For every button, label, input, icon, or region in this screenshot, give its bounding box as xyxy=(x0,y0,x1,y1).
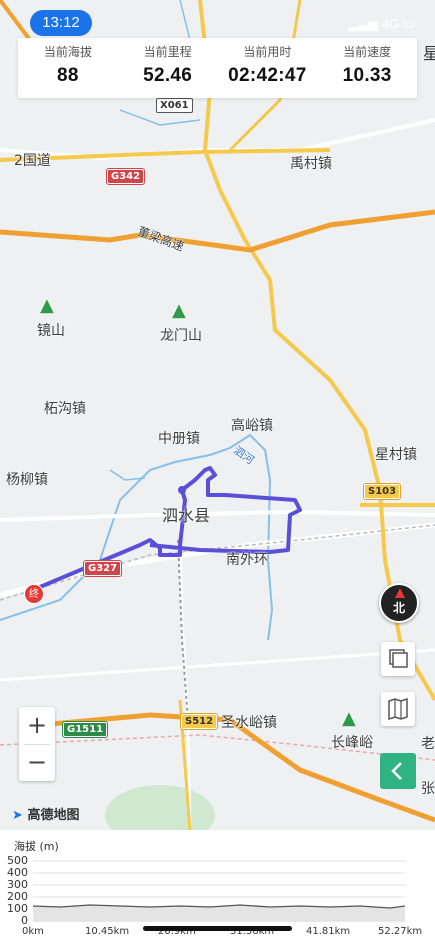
route-line xyxy=(27,466,302,594)
status-indicators: ▂▃▅ 4G ▭ xyxy=(348,16,415,32)
stat-value: 02:42:47 xyxy=(228,65,307,86)
zoom-control: + − xyxy=(19,707,55,781)
x-tick: 52.27km xyxy=(378,926,423,937)
x-tick: 41.81km xyxy=(306,926,351,937)
mountain-icon: ▲ xyxy=(172,300,186,321)
folded-map-icon xyxy=(388,697,408,721)
place-label: 圣水峪镇 xyxy=(221,715,277,731)
home-indicator[interactable] xyxy=(143,926,292,931)
compass-button[interactable]: 北 xyxy=(379,583,419,623)
stat-label: 当前用时 xyxy=(243,45,292,59)
zoom-out-button[interactable]: − xyxy=(19,744,55,781)
x-tick: 0km xyxy=(22,926,44,937)
mountain-icon: ▲ xyxy=(342,708,356,729)
layers-icon xyxy=(389,649,408,668)
place-label: 杨柳镇 xyxy=(6,472,48,488)
elevation-area xyxy=(33,905,405,921)
stat-speed: 当前速度 10.33 xyxy=(317,38,417,98)
place-label: 泗水县 xyxy=(162,506,211,525)
stat-value: 10.33 xyxy=(342,65,392,86)
ride-stats-panel: 当前海拔 88 当前里程 52.46 当前用时 02:42:47 当前速度 10… xyxy=(18,38,417,98)
signal-icon: ▂▃▅ xyxy=(348,16,379,31)
layers-button[interactable] xyxy=(381,642,415,676)
x-tick: 10.45km xyxy=(85,926,130,937)
stat-overflow-char: 星 xyxy=(422,44,435,63)
road-shield: X061 xyxy=(156,98,193,113)
compass-needle-icon xyxy=(395,588,405,598)
stat-label: 当前速度 xyxy=(343,45,392,59)
zoom-in-button[interactable]: + xyxy=(19,707,55,744)
road-shield: G342 xyxy=(105,168,146,185)
amap-logo: ➤ 高德地图 xyxy=(12,804,79,823)
place-label: 长峰峪 xyxy=(331,735,373,751)
place-label: 2国道 xyxy=(14,153,51,169)
road-shield: G327 xyxy=(82,560,123,577)
mountain-icon: ▲ xyxy=(40,295,54,316)
place-label: 龙门山 xyxy=(160,328,202,344)
stat-value: 52.46 xyxy=(143,65,193,86)
place-label: 星村镇 xyxy=(375,447,417,463)
stat-label: 当前海拔 xyxy=(43,45,92,59)
place-label: 柘沟镇 xyxy=(44,401,86,417)
stat-duration: 当前用时 02:42:47 xyxy=(218,38,318,98)
place-label: 张 xyxy=(421,781,435,797)
road-shield: G1511 xyxy=(61,721,109,738)
stat-value: 88 xyxy=(57,65,79,86)
amap-logo-icon: ➤ xyxy=(12,808,23,823)
map-mode-button[interactable] xyxy=(381,692,415,726)
park-area xyxy=(105,785,215,830)
network-label: 4G xyxy=(381,16,400,31)
stat-distance: 当前里程 52.46 xyxy=(118,38,218,98)
place-label: 南外环 xyxy=(226,552,268,568)
stat-altitude: 当前海拔 88 xyxy=(18,38,118,98)
compass-label: 北 xyxy=(392,601,405,615)
status-time: 13:12 xyxy=(30,10,92,36)
battery-icon: ▭ xyxy=(402,16,415,31)
amap-logo-text: 高德地图 xyxy=(27,808,80,823)
place-label: 中册镇 xyxy=(158,431,200,447)
river-line xyxy=(0,433,274,641)
route-end-marker[interactable]: 终 xyxy=(24,584,44,604)
stat-label: 当前里程 xyxy=(143,45,192,59)
road-shield: S103 xyxy=(362,483,402,500)
place-label: 老 xyxy=(421,736,435,752)
place-label: 高峪镇 xyxy=(231,418,273,434)
map-view[interactable]: 2国道 禹村镇 董梁高速 ▲ 镜山 ▲ 龙门山 柘沟镇 中册镇 高峪镇 星村镇 … xyxy=(0,0,435,830)
road-shield: S512 xyxy=(179,713,219,730)
collapse-button[interactable] xyxy=(380,753,416,789)
place-label: 禹村镇 xyxy=(290,156,332,172)
chevron-left-icon xyxy=(391,762,402,780)
place-label: 镜山 xyxy=(37,323,65,339)
